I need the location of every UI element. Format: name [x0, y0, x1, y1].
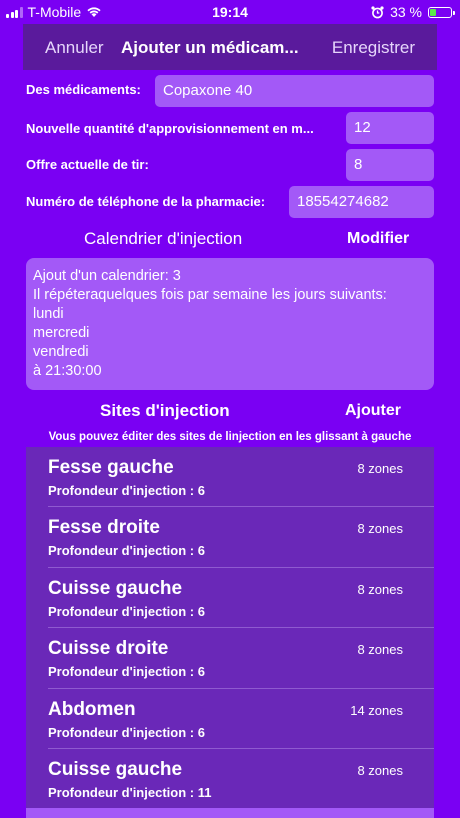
site-depth: Profondeur d'injection : 11: [48, 784, 212, 800]
calendar-line: Il répéteraquelques fois par semaine les…: [33, 287, 387, 303]
status-right: 33 %: [371, 4, 455, 20]
site-depth: Profondeur d'injection : 6: [48, 483, 205, 498]
alarm-icon: [371, 5, 384, 18]
site-zones: 8 zones: [357, 762, 403, 778]
site-zones: 8 zones: [357, 642, 403, 658]
calendar-summary[interactable]: Ajout d'un calendrier: 3 Il répéteraquel…: [26, 258, 434, 390]
pharmacy-label: Numéro de téléphone de la pharmacie:: [26, 194, 266, 209]
calendar-line: mercredi: [33, 325, 90, 341]
pharmacy-row: Numéro de téléphone de la pharmacie:: [26, 194, 265, 209]
pharmacy-phone-field[interactable]: 18554274682: [289, 186, 434, 218]
list-item[interactable]: Cuisse gauche Profondeur d'injection : 6…: [26, 568, 434, 629]
site-depth: Profondeur d'injection : 6: [48, 664, 205, 680]
site-name: Abdomen: [48, 698, 136, 720]
calendar-line: à 21:30:00: [33, 363, 102, 379]
site-depth: Profondeur d'injection : 6: [48, 543, 205, 559]
status-bar: T-Mobile 19:14 33 %: [0, 0, 460, 24]
list-item[interactable]: Cuisse gauche Profondeur d'injection : 1…: [26, 749, 434, 809]
supply-field[interactable]: 12: [346, 112, 434, 144]
medication-row: Des médicaments:: [26, 82, 141, 97]
battery-percent: 33 %: [390, 4, 422, 20]
cancel-button[interactable]: Annuler: [45, 38, 104, 58]
site-name: Cuisse gauche: [48, 577, 183, 599]
list-item[interactable]: Fesse droite Profondeur d'injection : 6 …: [26, 507, 434, 568]
edit-calendar-button[interactable]: Modifier: [347, 230, 409, 248]
site-name: Cuisse gauche: [48, 758, 183, 780]
add-site-button[interactable]: Ajouter: [345, 402, 401, 420]
site-zones: 8 zones: [357, 521, 403, 537]
page-title: Ajouter un médicam...: [121, 38, 299, 57]
sites-header: Sites d'injection: [100, 401, 230, 420]
calendar-header: Calendrier d'injection: [84, 229, 243, 248]
supply-label: Nouvelle quantité d'approvisionnement en…: [26, 121, 314, 136]
current-supply-field[interactable]: 8: [346, 149, 434, 181]
site-zones: 8 zones: [357, 461, 403, 476]
calendar-line: Ajout d'un calendrier: 3: [33, 268, 181, 284]
list-footer: [26, 808, 434, 818]
list-item[interactable]: Cuisse droite Profondeur d'injection : 6…: [26, 628, 434, 689]
site-name: Fesse droite: [48, 517, 160, 539]
site-zones: 14 zones: [350, 702, 403, 718]
medication-field[interactable]: Copaxone 40: [155, 75, 434, 107]
calendar-line: vendredi: [33, 344, 89, 360]
site-depth: Profondeur d'injection : 6: [48, 724, 205, 740]
calendar-line: lundi: [33, 306, 64, 322]
battery-icon: [428, 6, 455, 18]
site-zones: 8 zones: [357, 581, 403, 597]
site-name: Cuisse droite: [48, 638, 169, 660]
save-button[interactable]: Enregistrer: [332, 38, 415, 58]
current-label: Offre actuelle de tir:: [26, 157, 149, 172]
sites-hint: Vous pouvez éditer des sites de linjecti…: [48, 431, 412, 443]
list-item[interactable]: Fesse gauche Profondeur d'injection : 6 …: [26, 447, 434, 508]
site-depth: Profondeur d'injection : 6: [48, 603, 205, 619]
navigation-bar: Annuler Ajouter un médicam... Enregistre…: [23, 24, 437, 70]
current-row: Offre actuelle de tir:: [26, 157, 149, 172]
supply-row: Nouvelle quantité d'approvisionnement en…: [26, 121, 342, 136]
site-name: Fesse gauche: [48, 457, 174, 478]
list-item[interactable]: Abdomen Profondeur d'injection : 6 14 zo…: [26, 689, 434, 749]
medication-label: Des médicaments:: [26, 82, 141, 97]
sites-list: Fesse gauche Profondeur d'injection : 6 …: [26, 447, 434, 818]
